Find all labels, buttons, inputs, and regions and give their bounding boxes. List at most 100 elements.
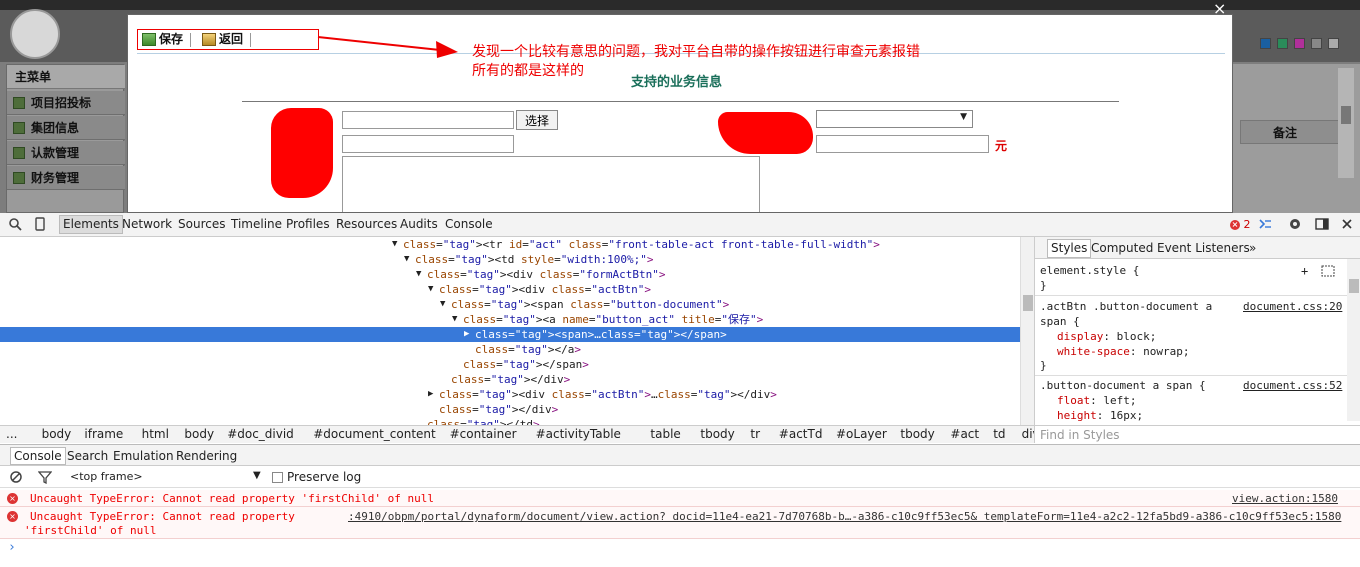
breadcrumb-item[interactable]: td [993, 427, 1005, 441]
save-button[interactable]: 保存 [142, 31, 183, 48]
rule-source-link[interactable]: document.css:20 [1243, 300, 1342, 313]
console-drawer-icon[interactable] [1258, 217, 1272, 231]
collapse-arrow-icon[interactable]: ▼ [416, 267, 421, 282]
tab-computed[interactable]: Computed [1091, 241, 1153, 255]
notes-textarea[interactable] [342, 156, 760, 212]
element-state-icon[interactable] [1321, 265, 1335, 277]
tab-timeline[interactable]: Timeline [231, 217, 282, 231]
breadcrumb-item[interactable]: #actTd [779, 427, 823, 441]
dom-node[interactable]: class="tag"></span> [0, 357, 1020, 372]
find-in-styles-input[interactable]: Find in Styles [1035, 425, 1360, 443]
inspect-search-icon[interactable] [8, 217, 22, 231]
dom-node[interactable]: class="tag"></div> [0, 372, 1020, 387]
error-source-link[interactable]: :4910/obpm/portal/dynaform/document/view… [348, 510, 1341, 523]
tab-console[interactable]: Console [445, 217, 493, 231]
theme-swatch[interactable] [1311, 38, 1322, 49]
sidebar-item-payment[interactable]: 认款管理 [7, 141, 125, 165]
breadcrumb-item[interactable]: iframe [84, 427, 123, 441]
collapse-arrow-icon[interactable]: ▼ [440, 297, 445, 312]
css-declaration[interactable]: height: 16px; [1057, 409, 1143, 422]
tab-elements[interactable]: Elements [59, 215, 123, 234]
add-rule-icon[interactable]: + [1301, 264, 1308, 278]
theme-swatch[interactable] [1277, 38, 1288, 49]
gear-icon[interactable] [1288, 217, 1302, 231]
dom-node[interactable]: ▼ class="tag"><td style="width:100%;"> [0, 252, 1020, 267]
collapse-arrow-icon[interactable]: ▼ [404, 252, 409, 267]
back-button[interactable]: 返回 [202, 31, 243, 48]
breadcrumb-item[interactable]: #container [450, 427, 517, 441]
dom-node[interactable]: class="tag"></td> [0, 417, 1020, 425]
name-input[interactable] [342, 111, 514, 129]
dom-node[interactable]: class="tag"></div> [0, 402, 1020, 417]
clear-console-icon[interactable] [9, 470, 23, 484]
dom-node[interactable]: class="tag"></a> [0, 342, 1020, 357]
preserve-log-checkbox[interactable] [272, 472, 283, 483]
collapse-arrow-icon[interactable]: ▼ [452, 312, 457, 327]
tab-event-listeners[interactable]: Event Listeners [1157, 241, 1250, 255]
breadcrumb-item[interactable]: html [142, 427, 169, 441]
annotation-text: 发现一个比较有意思的问题，我对平台自带的操作按钮进行审查元素报错 所有的都是这样… [472, 43, 920, 81]
filter-icon[interactable] [38, 470, 52, 484]
breadcrumb-item[interactable]: body [184, 427, 214, 441]
breadcrumb-item[interactable]: #activityTable [536, 427, 621, 441]
dom-scrollbar[interactable] [1020, 237, 1034, 425]
error-source-link[interactable]: view.action:1580 [1232, 492, 1338, 505]
error-count-badge[interactable]: × 2 [1230, 218, 1251, 231]
dom-node-selected[interactable]: ▶ class="tag"><span>…class="tag"></span> [0, 327, 1020, 342]
sidebar-item-finance[interactable]: 财务管理 [7, 166, 125, 190]
expand-arrow-icon[interactable]: ▶ [464, 327, 469, 342]
css-declaration[interactable]: display: block; [1057, 330, 1156, 343]
tab-drawer-console[interactable]: Console [10, 447, 66, 465]
close-icon[interactable] [1340, 217, 1354, 231]
close-icon[interactable]: × [1213, 0, 1226, 18]
theme-swatch[interactable] [1294, 38, 1305, 49]
theme-swatch[interactable] [1328, 38, 1339, 49]
breadcrumb-item[interactable]: #act [950, 427, 979, 441]
tab-rendering[interactable]: Rendering [176, 449, 237, 463]
dom-node[interactable]: ▼ class="tag"><a name="button_act" title=… [0, 312, 1020, 327]
tab-styles[interactable]: Styles [1047, 239, 1092, 258]
frame-selector[interactable]: <top frame> [70, 470, 143, 483]
tab-search[interactable]: Search [67, 449, 108, 463]
chevron-down-icon: ▼ [253, 470, 261, 481]
background-scrollbar[interactable] [1338, 68, 1354, 178]
breadcrumb-item[interactable]: ... [6, 427, 17, 441]
breadcrumb-item[interactable]: #doc_divid [227, 427, 294, 441]
tab-emulation[interactable]: Emulation [113, 449, 174, 463]
breadcrumb-item[interactable]: #document_content [313, 427, 436, 441]
sidebar-item-group-info[interactable]: 集团信息 [7, 116, 125, 140]
dom-node[interactable]: ▼ class="tag"><tr id="act" class="front-t… [0, 237, 1020, 252]
collapse-arrow-icon[interactable]: ▼ [392, 237, 397, 252]
breadcrumb-item[interactable]: body [42, 427, 72, 441]
breadcrumb-item[interactable]: tbody [700, 427, 734, 441]
theme-swatch[interactable] [1260, 38, 1271, 49]
rule-source-link[interactable]: document.css:52 [1243, 379, 1342, 392]
sidebar-item-bidding[interactable]: 项目招投标 [7, 91, 125, 115]
dom-node[interactable]: ▶ class="tag"><div class="actBtn">…class=… [0, 387, 1020, 402]
tab-network[interactable]: Network [122, 217, 172, 231]
css-declaration[interactable]: float: left; [1057, 394, 1137, 407]
device-mode-icon[interactable] [33, 217, 47, 231]
tab-profiles[interactable]: Profiles [286, 217, 330, 231]
tab-resources[interactable]: Resources [336, 217, 397, 231]
dom-node[interactable]: ▼ class="tag"><span class="button-documen… [0, 297, 1020, 312]
dom-node[interactable]: ▼ class="tag"><div class="actBtn"> [0, 282, 1020, 297]
breadcrumb-item[interactable]: table [650, 427, 680, 441]
expand-arrow-icon[interactable]: ▶ [428, 387, 433, 402]
console-prompt[interactable]: › [8, 540, 16, 555]
css-declaration[interactable]: white-space: nowrap; [1057, 345, 1189, 358]
more-tabs-icon[interactable]: » [1249, 241, 1256, 255]
collapse-arrow-icon[interactable]: ▼ [428, 282, 433, 297]
styles-scrollbar[interactable] [1347, 259, 1360, 421]
category-dropdown[interactable]: ▼ [816, 110, 973, 128]
breadcrumb-item[interactable]: #oLayer [836, 427, 887, 441]
dock-side-icon[interactable] [1315, 217, 1329, 231]
breadcrumb-item[interactable]: tr [750, 427, 760, 441]
select-button[interactable]: 选择 [516, 110, 558, 130]
tab-audits[interactable]: Audits [400, 217, 438, 231]
breadcrumb-item[interactable]: tbody [900, 427, 934, 441]
amount-input[interactable] [816, 135, 989, 153]
tab-sources[interactable]: Sources [178, 217, 225, 231]
second-input[interactable] [342, 135, 514, 153]
dom-node[interactable]: ▼ class="tag"><div class="formActBtn"> [0, 267, 1020, 282]
